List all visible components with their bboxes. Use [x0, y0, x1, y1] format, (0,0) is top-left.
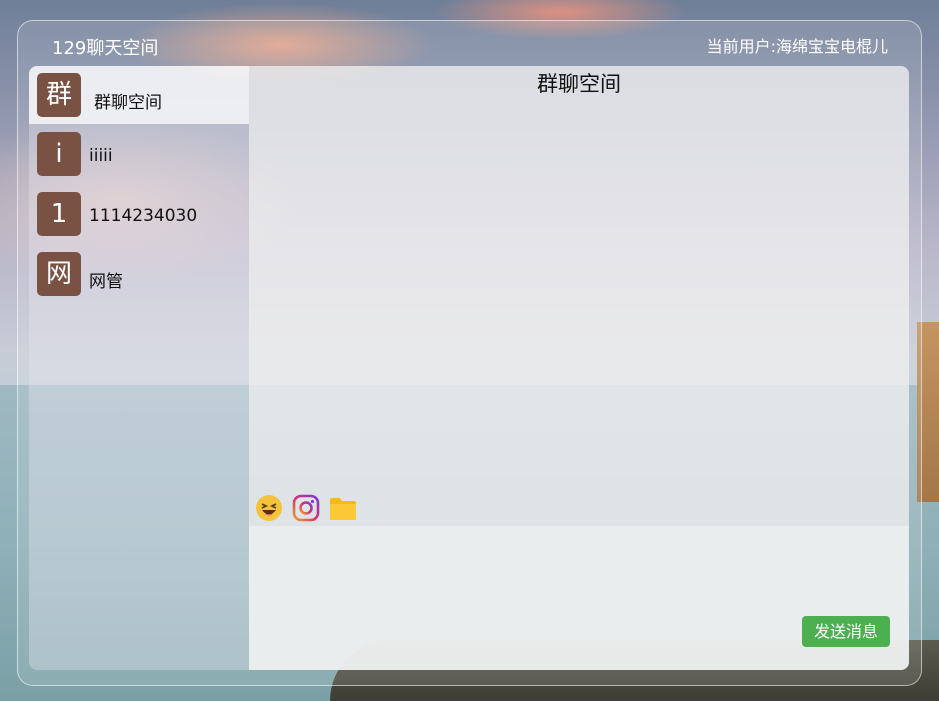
contact-name: 1114234030 [89, 206, 198, 226]
chat-area: 群聊空间 发送消息 [249, 66, 909, 670]
message-list[interactable] [249, 100, 909, 490]
instagram-icon[interactable] [292, 494, 320, 522]
avatar: 网 [37, 252, 81, 296]
contact-item-group[interactable]: 群 群聊空间 [29, 66, 249, 124]
avatar: i [37, 132, 81, 176]
chat-panel: 群 群聊空间 i iiiii 1 1114234030 网 网管 群聊空间 发送… [29, 66, 909, 670]
folder-icon[interactable] [329, 494, 357, 522]
contact-item-iiiii[interactable]: i iiiii [29, 126, 249, 184]
avatar: 1 [37, 192, 81, 236]
avatar: 群 [37, 73, 81, 117]
contact-item-admin[interactable]: 网 网管 [29, 246, 249, 304]
contact-list: 群 群聊空间 i iiiii 1 1114234030 网 网管 [29, 66, 249, 670]
contact-item-1114234030[interactable]: 1 1114234030 [29, 186, 249, 244]
chat-title: 群聊空间 [537, 72, 621, 96]
contact-name: iiiii [89, 146, 113, 166]
emoji-icon[interactable] [255, 494, 283, 522]
current-user-label: 当前用户:海绵宝宝电棍儿 [706, 37, 888, 56]
contact-name: 网管 [89, 272, 123, 292]
send-button[interactable]: 发送消息 [802, 616, 890, 647]
app-title: 129聊天空间 [52, 38, 159, 59]
message-input[interactable]: 发送消息 [249, 526, 909, 670]
contact-name: 群聊空间 [94, 93, 162, 113]
